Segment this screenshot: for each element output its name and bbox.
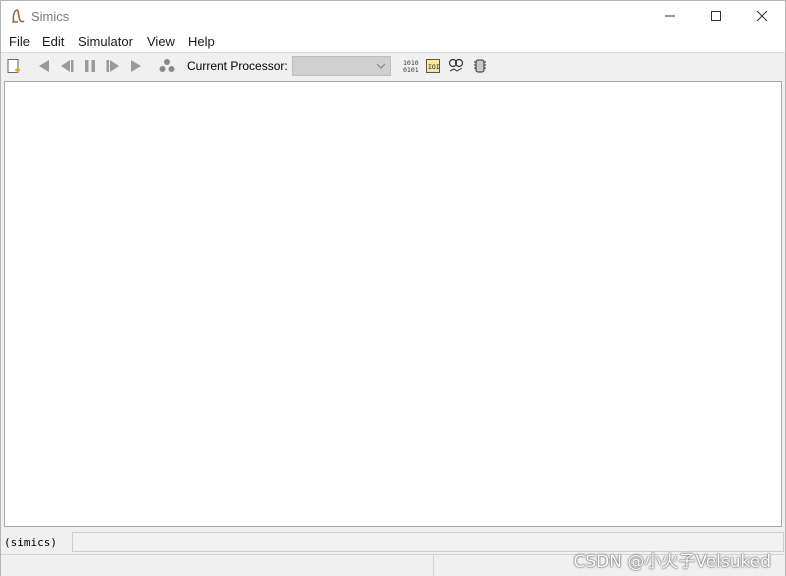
chevron-down-icon [376, 63, 386, 69]
stats-icon[interactable] [447, 57, 465, 75]
pause-icon[interactable] [81, 57, 99, 75]
svg-text:IOI: IOI [428, 63, 440, 71]
svg-text:0101: 0101 [403, 66, 419, 74]
menu-file[interactable]: File [9, 34, 30, 49]
menu-help[interactable]: Help [188, 34, 215, 49]
current-processor-select[interactable] [292, 56, 391, 76]
step-forward-icon[interactable] [104, 57, 122, 75]
io-icon[interactable]: IOI [424, 57, 442, 75]
close-icon [756, 10, 768, 22]
current-processor-label: Current Processor: [187, 59, 288, 73]
simics-window: Simics File Edit Simulator View Help Cur… [0, 0, 786, 576]
menu-simulator[interactable]: Simulator [78, 34, 133, 49]
cpu-icon[interactable] [471, 57, 489, 75]
maximize-button[interactable] [693, 1, 739, 31]
console-output[interactable] [4, 81, 782, 527]
run-icon[interactable] [127, 57, 145, 75]
step-back-icon[interactable] [58, 57, 76, 75]
simics-logo-icon [9, 7, 27, 25]
binary-icon[interactable]: 1010 0101 [402, 57, 420, 75]
toolbar: Current Processor: 1010 0101 IOI [1, 52, 785, 80]
close-button[interactable] [739, 1, 785, 31]
status-divider [433, 555, 435, 576]
menu-bar: File Edit Simulator View Help [1, 31, 785, 52]
minimize-icon [665, 15, 675, 17]
menu-view[interactable]: View [147, 34, 175, 49]
maximize-icon [711, 11, 721, 21]
reverse-icon[interactable] [35, 57, 53, 75]
minimize-button[interactable] [647, 1, 693, 31]
window-title: Simics [31, 9, 70, 24]
title-bar[interactable]: Simics [1, 1, 785, 31]
new-window-icon[interactable] [5, 57, 23, 75]
objects-icon[interactable] [158, 57, 176, 75]
csdn-watermark: CSDN @小火子Velsuked [573, 552, 771, 572]
menu-edit[interactable]: Edit [42, 34, 64, 49]
command-prompt: (simics) [4, 536, 57, 549]
